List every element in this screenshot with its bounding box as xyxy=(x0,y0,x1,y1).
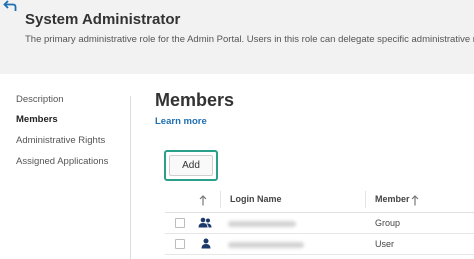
section-title: Members xyxy=(155,90,235,110)
learn-more-link[interactable]: Learn more xyxy=(155,116,207,127)
column-separator xyxy=(220,191,221,208)
nav-item-description[interactable]: Description xyxy=(16,94,64,105)
redacted-login-name xyxy=(228,221,296,227)
page-title: System Administrator xyxy=(25,11,181,28)
member-type: User xyxy=(375,239,395,249)
table-header-row: Login Name Member xyxy=(165,187,474,213)
table-row[interactable]: User xyxy=(165,234,474,255)
nav-item-members[interactable]: Members xyxy=(16,114,58,125)
nav-divider xyxy=(130,96,131,259)
nav-item-administrative-rights[interactable]: Administrative Rights xyxy=(16,135,105,146)
sort-arrow-up-icon[interactable] xyxy=(199,195,207,206)
member-type: Group xyxy=(375,218,401,228)
column-separator xyxy=(365,191,366,208)
user-icon xyxy=(201,238,211,249)
column-header-login-name[interactable]: Login Name xyxy=(230,194,282,204)
redacted-login-name xyxy=(228,242,304,248)
column-header-member[interactable]: Member xyxy=(375,194,410,204)
nav-item-assigned-applications[interactable]: Assigned Applications xyxy=(16,156,108,167)
table-row[interactable]: Group xyxy=(165,213,474,234)
row-checkbox[interactable] xyxy=(175,218,185,228)
group-icon xyxy=(198,217,212,228)
sort-arrow-up-icon[interactable] xyxy=(411,195,419,206)
add-button-focus-ring: Add xyxy=(164,150,218,181)
row-checkbox[interactable] xyxy=(175,239,185,249)
add-button[interactable]: Add xyxy=(169,155,213,176)
back-arrow-icon[interactable] xyxy=(3,0,17,12)
page-header: System Administrator The primary adminis… xyxy=(0,0,474,74)
page-subtitle: The primary administrative role for the … xyxy=(25,34,474,45)
